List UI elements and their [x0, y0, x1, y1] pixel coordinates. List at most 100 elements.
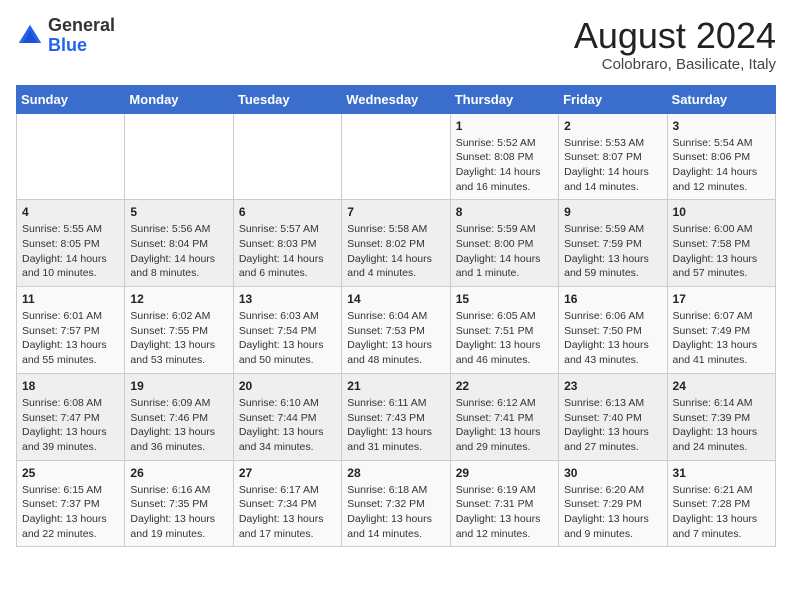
week-row: 11 Sunrise: 6:01 AM Sunset: 7:57 PM Dayli…: [17, 287, 776, 374]
day-info: Sunrise: 6:19 AM Sunset: 7:31 PM Dayligh…: [456, 483, 553, 542]
day-number: 8: [456, 205, 553, 219]
logo-general: General: [48, 15, 115, 35]
calendar-cell: 5 Sunrise: 5:56 AM Sunset: 8:04 PM Daylig…: [125, 200, 233, 287]
calendar-cell: 19Sunrise: 6:09 AM Sunset: 7:46 PM Dayli…: [125, 373, 233, 460]
calendar: SundayMondayTuesdayWednesdayThursdayFrid…: [16, 85, 776, 548]
calendar-cell: 3Sunrise: 5:54 AM Sunset: 8:06 PM Daylig…: [667, 113, 775, 200]
calendar-cell: 25 Sunrise: 6:15 AM Sunset: 7:37 PM Dayli…: [17, 460, 125, 547]
day-number: 9: [564, 205, 661, 219]
calendar-cell: [17, 113, 125, 200]
calendar-cell: 14Sunrise: 6:04 AM Sunset: 7:53 PM Dayli…: [342, 287, 450, 374]
day-info: Sunrise: 6:13 AM Sunset: 7:40 PM Dayligh…: [564, 396, 661, 455]
day-info: Sunrise: 6:15 AM Sunset: 7:37 PM Dayligh…: [22, 483, 119, 542]
calendar-cell: 17 Sunrise: 6:07 AM Sunset: 7:49 PM Dayli…: [667, 287, 775, 374]
day-info: Sunrise: 6:20 AM Sunset: 7:29 PM Dayligh…: [564, 483, 661, 542]
day-number: 27: [239, 466, 336, 480]
day-number: 25: [22, 466, 119, 480]
day-info: Sunrise: 6:09 AM Sunset: 7:46 PM Dayligh…: [130, 396, 227, 455]
day-info: Sunrise: 6:03 AM Sunset: 7:54 PM Dayligh…: [239, 309, 336, 368]
week-row: 1 Sunrise: 5:52 AM Sunset: 8:08 PM Daylig…: [17, 113, 776, 200]
calendar-cell: 28 Sunrise: 6:18 AM Sunset: 7:32 PM Dayli…: [342, 460, 450, 547]
calendar-cell: 6Sunrise: 5:57 AM Sunset: 8:03 PM Daylig…: [233, 200, 341, 287]
month-title: August 2024: [574, 16, 776, 56]
logo-text: General Blue: [48, 16, 115, 56]
day-info: Sunrise: 6:17 AM Sunset: 7:34 PM Dayligh…: [239, 483, 336, 542]
day-info: Sunrise: 6:11 AM Sunset: 7:43 PM Dayligh…: [347, 396, 444, 455]
calendar-cell: 24 Sunrise: 6:14 AM Sunset: 7:39 PM Dayli…: [667, 373, 775, 460]
day-info: Sunrise: 6:05 AM Sunset: 7:51 PM Dayligh…: [456, 309, 553, 368]
day-info: Sunrise: 6:10 AM Sunset: 7:44 PM Dayligh…: [239, 396, 336, 455]
day-number: 1: [456, 119, 553, 133]
day-number: 26: [130, 466, 227, 480]
calendar-cell: 7 Sunrise: 5:58 AM Sunset: 8:02 PM Daylig…: [342, 200, 450, 287]
calendar-cell: [342, 113, 450, 200]
day-info: Sunrise: 5:56 AM Sunset: 8:04 PM Dayligh…: [130, 222, 227, 281]
day-info: Sunrise: 6:14 AM Sunset: 7:39 PM Dayligh…: [673, 396, 770, 455]
day-info: Sunrise: 6:06 AM Sunset: 7:50 PM Dayligh…: [564, 309, 661, 368]
day-number: 14: [347, 292, 444, 306]
week-row: 18 Sunrise: 6:08 AM Sunset: 7:47 PM Dayli…: [17, 373, 776, 460]
day-number: 29: [456, 466, 553, 480]
calendar-cell: 22 Sunrise: 6:12 AM Sunset: 7:41 PM Dayli…: [450, 373, 558, 460]
header-day-tuesday: Tuesday: [233, 85, 341, 113]
calendar-cell: 18 Sunrise: 6:08 AM Sunset: 7:47 PM Dayli…: [17, 373, 125, 460]
day-number: 24: [673, 379, 770, 393]
day-info: Sunrise: 5:59 AM Sunset: 8:00 PM Dayligh…: [456, 222, 553, 281]
day-number: 21: [347, 379, 444, 393]
calendar-cell: 15 Sunrise: 6:05 AM Sunset: 7:51 PM Dayli…: [450, 287, 558, 374]
calendar-cell: 10 Sunrise: 6:00 AM Sunset: 7:58 PM Dayli…: [667, 200, 775, 287]
calendar-cell: 8 Sunrise: 5:59 AM Sunset: 8:00 PM Daylig…: [450, 200, 558, 287]
header-day-monday: Monday: [125, 85, 233, 113]
calendar-cell: 2 Sunrise: 5:53 AM Sunset: 8:07 PM Daylig…: [559, 113, 667, 200]
day-number: 15: [456, 292, 553, 306]
day-info: Sunrise: 6:07 AM Sunset: 7:49 PM Dayligh…: [673, 309, 770, 368]
calendar-cell: 20Sunrise: 6:10 AM Sunset: 7:44 PM Dayli…: [233, 373, 341, 460]
calendar-cell: 11 Sunrise: 6:01 AM Sunset: 7:57 PM Dayli…: [17, 287, 125, 374]
day-info: Sunrise: 6:00 AM Sunset: 7:58 PM Dayligh…: [673, 222, 770, 281]
day-info: Sunrise: 6:01 AM Sunset: 7:57 PM Dayligh…: [22, 309, 119, 368]
day-number: 2: [564, 119, 661, 133]
week-row: 25 Sunrise: 6:15 AM Sunset: 7:37 PM Dayli…: [17, 460, 776, 547]
calendar-cell: 27 Sunrise: 6:17 AM Sunset: 7:34 PM Dayli…: [233, 460, 341, 547]
day-number: 13: [239, 292, 336, 306]
day-info: Sunrise: 5:55 AM Sunset: 8:05 PM Dayligh…: [22, 222, 119, 281]
header: General Blue August 2024 Colobraro, Basi…: [16, 16, 776, 73]
calendar-cell: 29 Sunrise: 6:19 AM Sunset: 7:31 PM Dayli…: [450, 460, 558, 547]
calendar-cell: 12Sunrise: 6:02 AM Sunset: 7:55 PM Dayli…: [125, 287, 233, 374]
logo-blue: Blue: [48, 35, 87, 55]
calendar-cell: 1 Sunrise: 5:52 AM Sunset: 8:08 PM Daylig…: [450, 113, 558, 200]
day-info: Sunrise: 6:21 AM Sunset: 7:28 PM Dayligh…: [673, 483, 770, 542]
day-info: Sunrise: 5:58 AM Sunset: 8:02 PM Dayligh…: [347, 222, 444, 281]
calendar-cell: 13 Sunrise: 6:03 AM Sunset: 7:54 PM Dayli…: [233, 287, 341, 374]
day-number: 10: [673, 205, 770, 219]
day-info: Sunrise: 5:59 AM Sunset: 7:59 PM Dayligh…: [564, 222, 661, 281]
day-info: Sunrise: 6:08 AM Sunset: 7:47 PM Dayligh…: [22, 396, 119, 455]
day-number: 16: [564, 292, 661, 306]
day-number: 17: [673, 292, 770, 306]
calendar-cell: 31Sunrise: 6:21 AM Sunset: 7:28 PM Dayli…: [667, 460, 775, 547]
day-info: Sunrise: 6:12 AM Sunset: 7:41 PM Dayligh…: [456, 396, 553, 455]
title-area: August 2024 Colobraro, Basilicate, Italy: [574, 16, 776, 73]
calendar-cell: 16 Sunrise: 6:06 AM Sunset: 7:50 PM Dayli…: [559, 287, 667, 374]
day-info: Sunrise: 6:16 AM Sunset: 7:35 PM Dayligh…: [130, 483, 227, 542]
day-number: 7: [347, 205, 444, 219]
day-number: 6: [239, 205, 336, 219]
day-number: 5: [130, 205, 227, 219]
day-info: Sunrise: 5:53 AM Sunset: 8:07 PM Dayligh…: [564, 136, 661, 195]
day-number: 22: [456, 379, 553, 393]
header-day-wednesday: Wednesday: [342, 85, 450, 113]
day-number: 18: [22, 379, 119, 393]
logo: General Blue: [16, 16, 115, 56]
day-info: Sunrise: 5:54 AM Sunset: 8:06 PM Dayligh…: [673, 136, 770, 195]
day-info: Sunrise: 6:18 AM Sunset: 7:32 PM Dayligh…: [347, 483, 444, 542]
day-number: 28: [347, 466, 444, 480]
day-number: 4: [22, 205, 119, 219]
calendar-cell: 21 Sunrise: 6:11 AM Sunset: 7:43 PM Dayli…: [342, 373, 450, 460]
day-info: Sunrise: 6:02 AM Sunset: 7:55 PM Dayligh…: [130, 309, 227, 368]
day-number: 11: [22, 292, 119, 306]
logo-icon: [16, 22, 44, 50]
calendar-cell: 30Sunrise: 6:20 AM Sunset: 7:29 PM Dayli…: [559, 460, 667, 547]
calendar-cell: 4 Sunrise: 5:55 AM Sunset: 8:05 PM Daylig…: [17, 200, 125, 287]
day-info: Sunrise: 5:52 AM Sunset: 8:08 PM Dayligh…: [456, 136, 553, 195]
header-day-friday: Friday: [559, 85, 667, 113]
